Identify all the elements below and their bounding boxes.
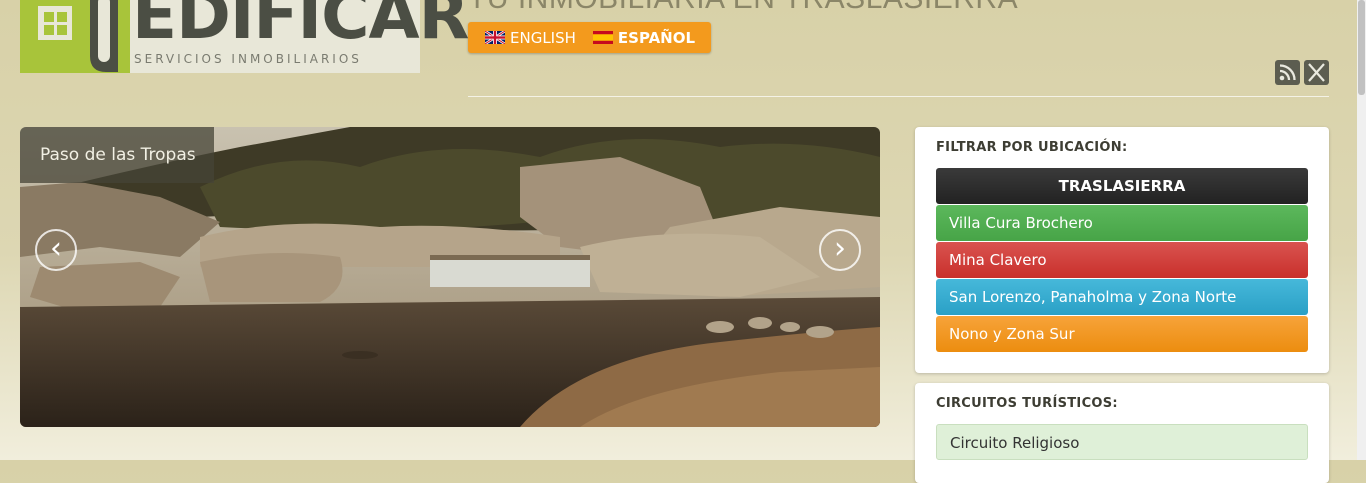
site-tagline: TU INMOBILIARIA EN TRASLASIERRA [468,0,1018,16]
slide-caption: Paso de las Tropas [20,127,214,183]
site-logo[interactable]: EDIFICAR SERVICIOS INMOBILIARIOS [20,0,469,73]
location-filter-panel: FILTRAR POR UBICACIÓN: TRASLASIERRA Vill… [915,127,1329,373]
logo-subtitle: SERVICIOS INMOBILIARIOS [134,52,362,66]
language-english-link[interactable]: ENGLISH [485,29,576,47]
spain-flag-icon [592,31,613,44]
location-item-traslasierra[interactable]: TRASLASIERRA [936,168,1308,204]
slider-prev-button[interactable]: ‹ [35,229,77,271]
uk-flag-icon [485,31,505,44]
location-filter-title: FILTRAR POR UBICACIÓN: [936,140,1128,155]
location-item-nono[interactable]: Nono y Zona Sur [936,316,1308,352]
circuit-list: Circuito Religioso [936,424,1308,461]
location-item-mina-clavero[interactable]: Mina Clavero [936,242,1308,278]
language-spanish-link[interactable]: ESPAÑOL [592,28,696,47]
house-logo-icon [20,0,130,73]
circuit-item-religioso[interactable]: Circuito Religioso [936,424,1308,460]
language-switcher: ENGLISH ESPAÑOL [468,22,711,53]
scrollbar-thumb[interactable] [1358,0,1365,95]
header-divider [468,96,1329,97]
page-scrollbar[interactable] [1357,0,1366,460]
language-english-label: ENGLISH [510,28,576,47]
location-item-villa-cura-brochero[interactable]: Villa Cura Brochero [936,205,1308,241]
slider-next-button[interactable]: › [819,229,861,271]
x-social-button[interactable] [1304,60,1329,85]
rss-icon [1279,64,1296,81]
tourist-circuits-title: CIRCUITOS TURÍSTICOS: [936,396,1118,411]
rss-button[interactable] [1275,60,1300,85]
logo-title: EDIFICAR [132,0,469,54]
x-icon [1308,63,1325,82]
image-slider: Paso de las Tropas ‹ › [20,127,880,427]
location-list: TRASLASIERRA Villa Cura Brochero Mina Cl… [936,168,1308,353]
tourist-circuits-panel: CIRCUITOS TURÍSTICOS: Circuito Religioso [915,383,1329,483]
language-spanish-label: ESPAÑOL [617,28,696,47]
location-item-san-lorenzo[interactable]: San Lorenzo, Panaholma y Zona Norte [936,279,1308,315]
